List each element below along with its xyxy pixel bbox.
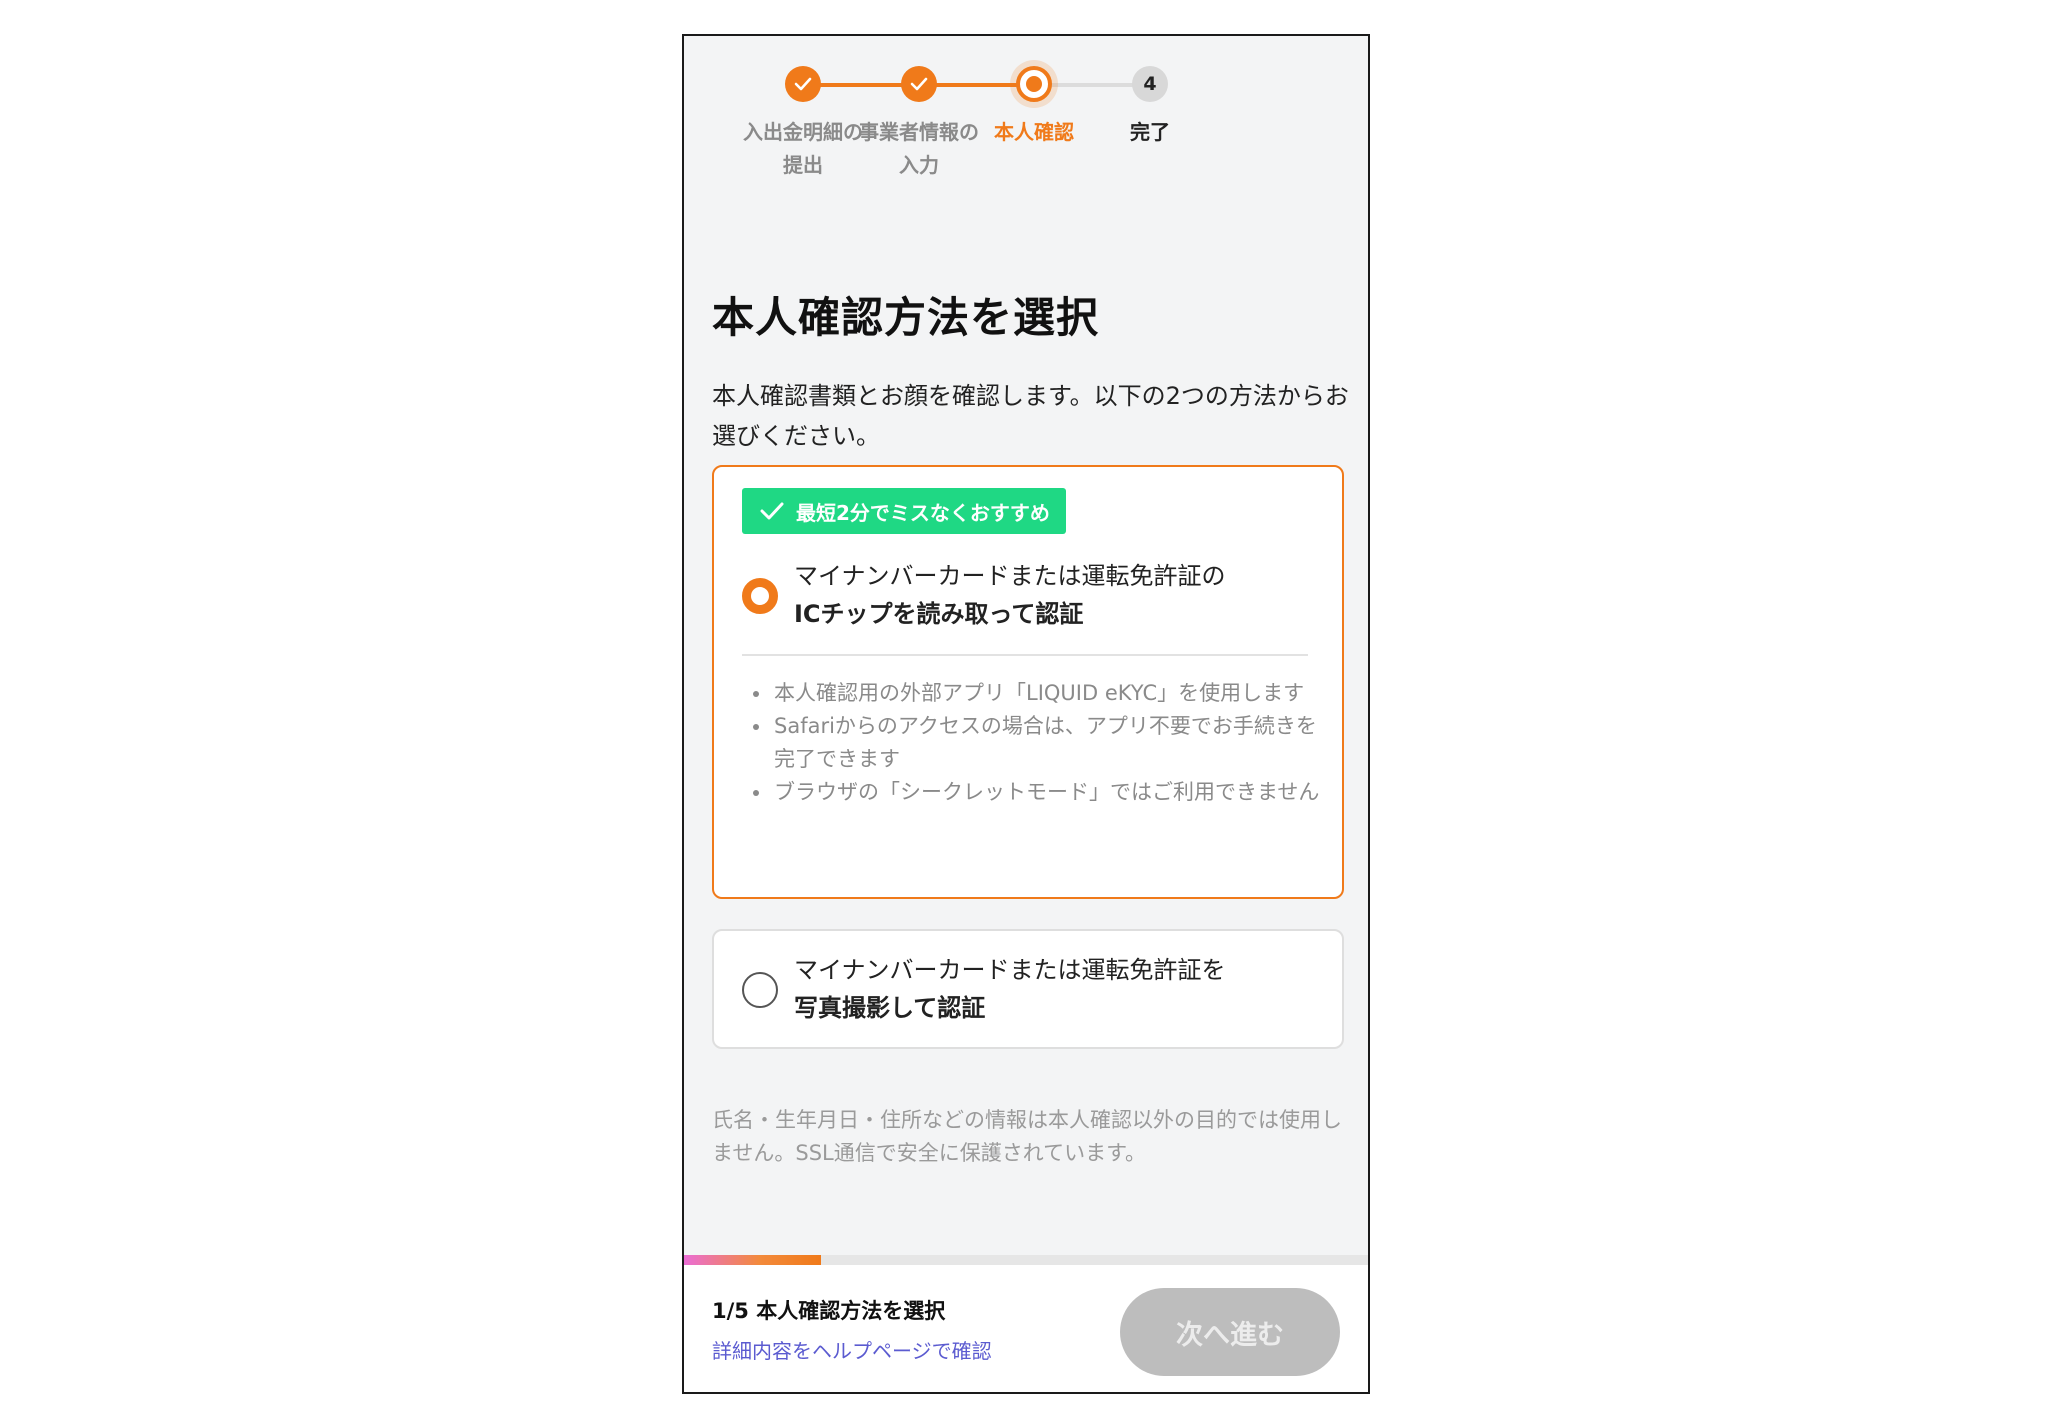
note-item: 本人確認用の外部アプリ「LIQUID eKYC」を使用します <box>772 677 1332 710</box>
current-step-icon <box>1016 66 1052 102</box>
option-photo-line2: 写真撮影して認証 <box>794 994 986 1022</box>
divider <box>742 654 1308 656</box>
note-item: ブラウザの「シークレットモード」ではご利用できません <box>772 776 1332 809</box>
flow-progress-fill <box>684 1255 821 1265</box>
option-photo[interactable]: マイナンバーカードまたは運転免許証を 写真撮影して認証 <box>712 929 1344 1049</box>
check-icon <box>901 66 937 102</box>
footer-bar: 1/5 本人確認方法を選択 詳細内容をヘルプページで確認 次へ進む <box>684 1265 1368 1392</box>
option-ic-chip-line2: ICチップを読み取って認証 <box>794 600 1084 628</box>
help-link[interactable]: 詳細内容をヘルプページで確認 <box>712 1335 992 1364</box>
radio-ic-chip[interactable] <box>742 578 778 614</box>
phone-frame: 入出金明細の 提出 事業者情報の 入力 本人確認 4 完了 本人確認方法を選択 … <box>682 34 1370 1394</box>
check-icon <box>760 502 784 520</box>
flow-progress-bar <box>684 1255 1368 1265</box>
recommend-badge-text: 最短2分でミスなくおすすめ <box>796 500 1050 525</box>
option-notes: 本人確認用の外部アプリ「LIQUID eKYC」を使用します Safariからの… <box>754 677 1332 809</box>
recommend-badge: 最短2分でミスなくおすすめ <box>742 488 1066 534</box>
next-button[interactable]: 次へ進む <box>1120 1288 1340 1376</box>
step-4-number: 4 <box>1132 66 1168 102</box>
option-photo-line1: マイナンバーカードまたは運転免許証を <box>794 956 1226 984</box>
note-item: Safariからのアクセスの場合は、アプリ不要でお手続きを完了できます <box>772 710 1332 776</box>
page-title: 本人確認方法を選択 <box>712 293 1100 342</box>
step-4: 4 完了 <box>1070 66 1230 149</box>
option-ic-chip-line1: マイナンバーカードまたは運転免許証の <box>794 562 1226 590</box>
check-icon <box>785 66 821 102</box>
option-ic-chip[interactable]: 最短2分でミスなくおすすめ マイナンバーカードまたは運転免許証の ICチップを読… <box>712 465 1344 899</box>
page-description: 本人確認書類とお顔を確認します。以下の2つの方法からお選びください。 <box>712 382 1349 450</box>
option-ic-chip-label: マイナンバーカードまたは運転免許証の ICチップを読み取って認証 <box>794 557 1226 633</box>
privacy-note: 氏名・生年月日・住所などの情報は本人確認以外の目的では使用しません。SSL通信で… <box>712 1108 1342 1165</box>
radio-photo[interactable] <box>742 972 778 1008</box>
option-photo-label: マイナンバーカードまたは運転免許証を 写真撮影して認証 <box>794 951 1226 1027</box>
footer-step-text: 1/5 本人確認方法を選択 <box>712 1299 946 1323</box>
step-4-label: 完了 <box>1130 120 1170 144</box>
progress-stepper: 入出金明細の 提出 事業者情報の 入力 本人確認 4 完了 <box>684 36 1368 206</box>
